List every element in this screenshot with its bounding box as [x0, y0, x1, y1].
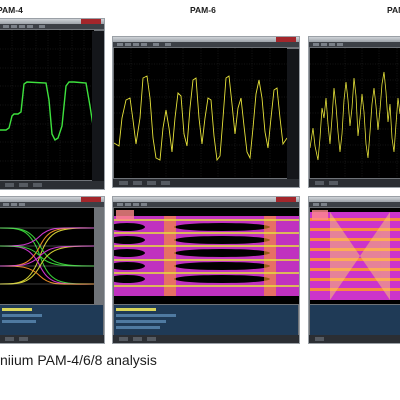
vertical-scale	[92, 31, 104, 181]
pam4-waveform-screenshot	[0, 18, 105, 190]
pam6-waveform-display[interactable]	[114, 48, 287, 178]
pam4-waveform-display[interactable]	[0, 30, 94, 180]
pam4-eye-plot	[0, 227, 94, 285]
pam6-eye-display[interactable]	[114, 208, 299, 304]
pam8-eye-screenshot	[308, 196, 400, 344]
scope-toolbar[interactable]	[309, 42, 400, 47]
scope-toolbar[interactable]	[0, 24, 104, 29]
scope-statusbar[interactable]	[309, 335, 400, 343]
scope-statusbar[interactable]	[0, 335, 104, 343]
scope-toolbar[interactable]	[309, 202, 400, 207]
figure-caption: niium PAM-4/6/8 analysis	[0, 352, 157, 368]
pam6-eye-plot	[114, 208, 299, 304]
pam4-waveform-plot	[0, 30, 94, 180]
scope-toolbar[interactable]	[113, 42, 299, 47]
pam6-waveform-screenshot	[112, 36, 300, 188]
pam4-trace	[0, 81, 94, 142]
scope-statusbar[interactable]	[113, 335, 299, 343]
pam8-waveform-display[interactable]	[310, 48, 400, 178]
pam8-eye-display[interactable]	[310, 208, 400, 304]
scope-toolbar[interactable]	[0, 202, 104, 207]
pam8-waveform-plot	[310, 48, 400, 178]
pam6-eye-screenshot	[112, 196, 300, 344]
pam6-trace	[114, 75, 287, 162]
measurement-panel[interactable]	[114, 305, 298, 335]
pam8-eye-plot	[310, 210, 400, 300]
scope-statusbar[interactable]	[113, 179, 299, 187]
pam8-trace	[310, 71, 400, 161]
scope-toolbar[interactable]	[113, 202, 299, 207]
pam6-waveform-plot	[114, 48, 287, 178]
column-title-pam4: PAM-4	[0, 5, 23, 15]
measurement-panel[interactable]	[0, 305, 103, 335]
pam4-eye-screenshot	[0, 196, 105, 344]
scope-statusbar[interactable]	[0, 181, 104, 189]
measurement-panel[interactable]	[310, 305, 400, 335]
pam4-eye-display[interactable]	[0, 208, 94, 304]
column-title-pam6: PAM-6	[190, 5, 216, 15]
column-title-pam8: PAM-8	[387, 5, 400, 15]
pam8-waveform-screenshot	[308, 36, 400, 188]
vertical-scale	[287, 49, 299, 179]
scope-statusbar[interactable]	[309, 179, 400, 187]
